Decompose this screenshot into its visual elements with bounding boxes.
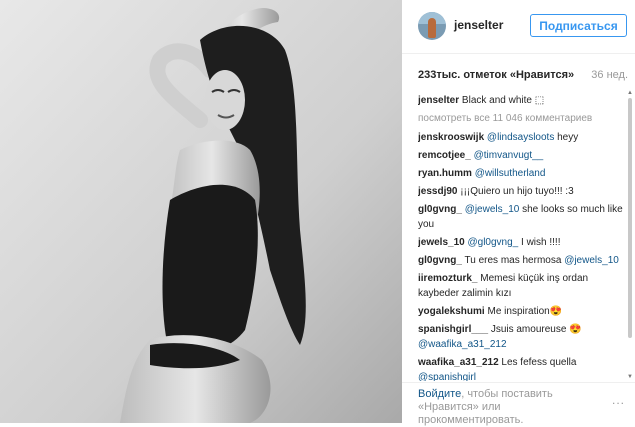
caption-text: Black and white ⬚ <box>461 95 545 106</box>
comment-mention[interactable]: @gl0gvng_ <box>468 237 519 248</box>
comment-user[interactable]: jenskrooswijk <box>418 132 484 143</box>
post-footer: Войдите, чтобы поставить «Нравится» или … <box>402 382 635 427</box>
post-header: jenselter Подписаться <box>402 0 635 54</box>
post-sidebar: jenselter Подписаться 233тыс. отметок «Н… <box>402 0 635 427</box>
scroll-up-icon[interactable]: ▲ <box>627 90 633 96</box>
comment-text: Les fefess quella <box>501 357 577 368</box>
comment-user[interactable]: gl0gvng_ <box>418 255 462 266</box>
login-link[interactable]: Войдите <box>418 388 461 400</box>
comment-text: heyy <box>554 132 579 143</box>
comment-user[interactable]: remcotjee_ <box>418 150 471 161</box>
comment-mention[interactable]: @lindsaysloots <box>487 132 554 143</box>
list-item: waafika_a31_212 Les fefess quella @spani… <box>418 355 624 381</box>
follow-button[interactable]: Подписаться <box>530 14 627 37</box>
comment-text: I wish !!!! <box>518 237 561 248</box>
comments-scrollbar[interactable]: ▲ ▼ <box>627 90 633 380</box>
scroll-down-icon[interactable]: ▼ <box>627 374 633 380</box>
comment-user[interactable]: jewels_10 <box>418 237 465 248</box>
list-item: ryan.humm @willsutherland <box>418 166 624 181</box>
comment-mention[interactable]: @waafika_a31_212 <box>418 339 507 350</box>
list-item: jenskrooswijk @lindsaysloots heyy <box>418 130 624 145</box>
more-options-icon[interactable]: ... <box>612 393 625 407</box>
comment-user[interactable]: gl0gvng_ <box>418 204 462 215</box>
scrollbar-thumb[interactable] <box>628 98 632 338</box>
post-photo[interactable] <box>0 0 402 423</box>
comment-user[interactable]: iiremozturk_ <box>418 273 477 284</box>
caption-user[interactable]: jenselter <box>418 95 459 106</box>
list-item: jessdj90 ¡¡¡Quiero un hijo tuyo!!! :3 <box>418 184 624 199</box>
comment-mention[interactable]: @spanishgirl___ <box>418 372 493 381</box>
comment-text: Jsuis amoureuse 😍 <box>490 324 582 335</box>
likes-count[interactable]: 233тыс. отметок «Нравится» <box>418 69 574 81</box>
list-item: yogalekshumi Me inspiration😍 <box>418 304 624 319</box>
comment-mention[interactable]: @jewels_10 <box>465 204 520 215</box>
comment-text: Tu eres mas hermosa <box>464 255 565 266</box>
comment-mention[interactable]: @jewels_10 <box>564 255 619 266</box>
list-item: remcotjee_ @timvanvugt__ <box>418 148 624 163</box>
comment-user[interactable]: jessdj90 <box>418 186 457 197</box>
comment-user[interactable]: ryan.humm <box>418 168 472 179</box>
avatar-figure <box>428 18 436 38</box>
comment-mention[interactable]: @willsutherland <box>475 168 546 179</box>
post-age[interactable]: 36 нед. <box>591 69 628 81</box>
comment-user[interactable]: yogalekshumi <box>418 306 485 317</box>
list-item: spanishgirl___ Jsuis amoureuse 😍 @waafika… <box>418 322 624 352</box>
list-item: gl0gvng_ Tu eres mas hermosa @jewels_10 <box>418 253 624 268</box>
login-prompt: Войдите, чтобы поставить «Нравится» или … <box>418 388 588 427</box>
comment-user[interactable]: waafika_a31_212 <box>418 357 499 368</box>
comment-text: Me inspiration😍 <box>487 306 563 317</box>
list-item: gl0gvng_ @jewels_10 she looks so much li… <box>418 202 624 232</box>
list-item: iiremozturk_ Memesi küçük inş ordan kayb… <box>418 271 624 301</box>
comment-mention[interactable]: @timvanvugt__ <box>474 150 544 161</box>
comments-list: jenselter Black and white ⬚ посмотреть в… <box>418 93 624 381</box>
comment-text: ¡¡¡Quiero un hijo tuyo!!! :3 <box>460 186 574 197</box>
list-item: jewels_10 @gl0gvng_ I wish !!!! <box>418 235 624 250</box>
avatar[interactable] <box>418 12 446 40</box>
username-link[interactable]: jenselter <box>454 18 503 32</box>
comment-user[interactable]: spanishgirl___ <box>418 324 488 335</box>
likes-row: 233тыс. отметок «Нравится» 36 нед. <box>418 69 628 81</box>
caption: jenselter Black and white ⬚ <box>418 93 624 108</box>
view-all-comments-link[interactable]: посмотреть все 11 046 комментариев <box>418 111 624 126</box>
photo-image <box>0 0 402 423</box>
